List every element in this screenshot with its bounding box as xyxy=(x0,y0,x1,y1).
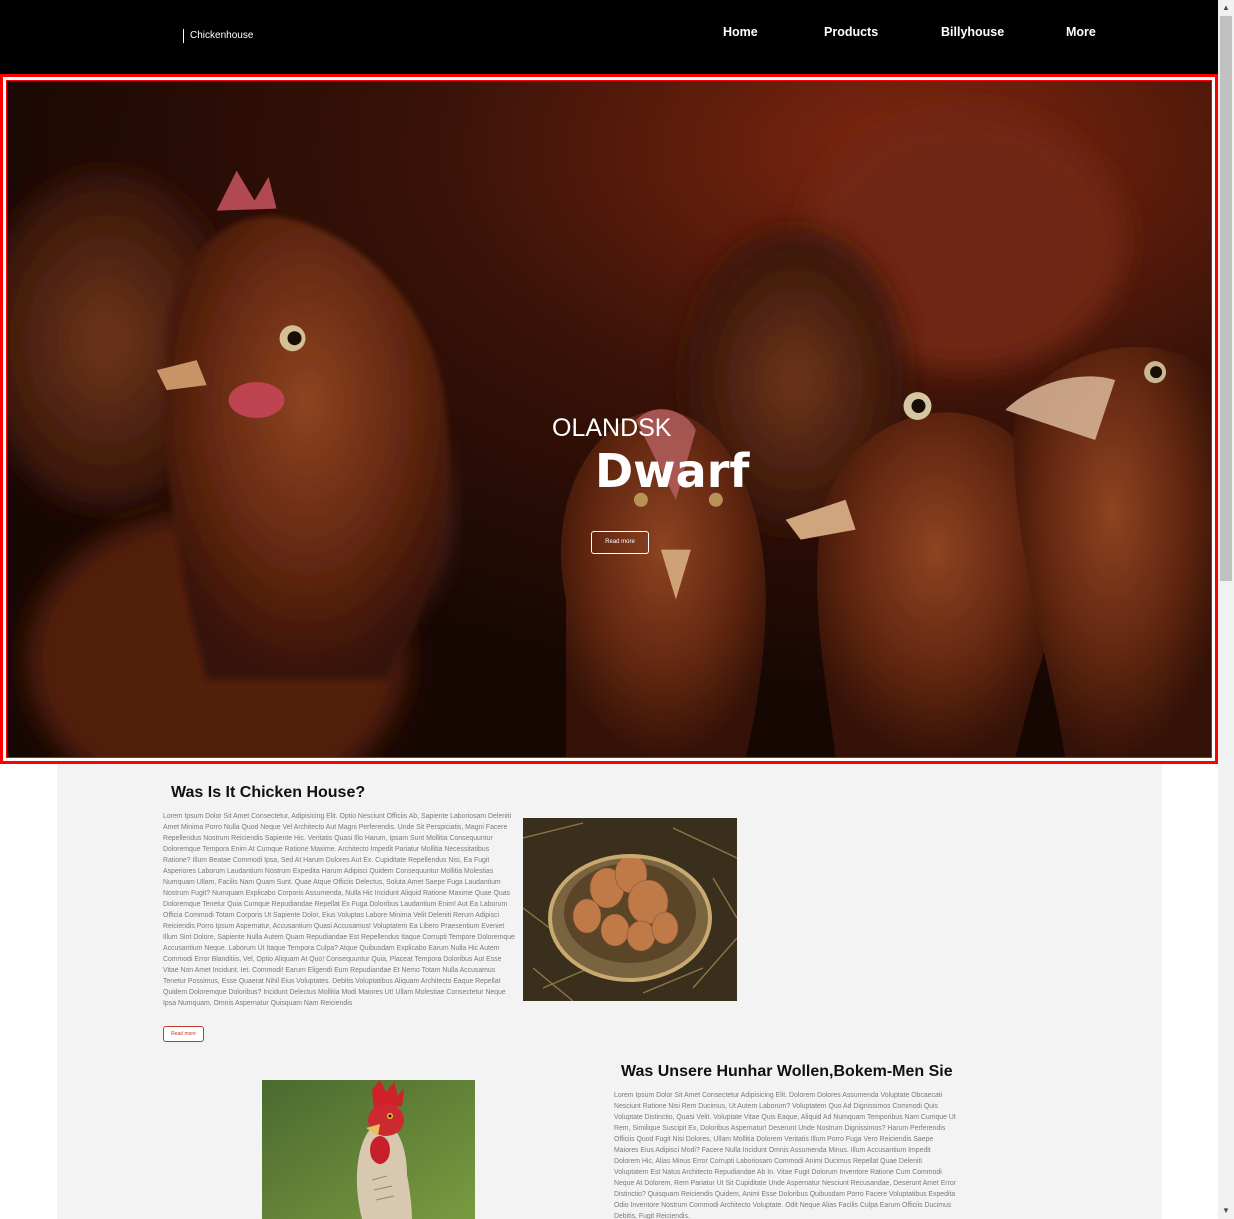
hero-title: Dwarf xyxy=(595,444,750,498)
hero-subtitle: OLANDSK xyxy=(552,414,672,442)
section1-heading: Was Is It Chicken House? xyxy=(171,784,366,801)
section2-heading: Was Unsere Hunhar Wollen,Bokem-Men Sie xyxy=(621,1063,953,1080)
section2-paragraph: Lorem Ipsum Dolor Sit Amet Consectetur A… xyxy=(614,1092,957,1219)
eggs-basket-image xyxy=(523,818,737,1001)
section1-read-more-button[interactable]: Read more xyxy=(163,1026,204,1042)
content-section: Was Is It Chicken House? Lorem Ipsum Dol… xyxy=(57,764,1162,1219)
nav-link-home[interactable]: Home xyxy=(723,24,758,40)
nav-link-billyhouse[interactable]: Billyhouse xyxy=(941,24,1004,40)
rooster-image xyxy=(262,1080,475,1219)
navbar: Chickenhouse Home Products Billyhouse Mo… xyxy=(0,0,1218,74)
hero-read-more-button[interactable]: Read more xyxy=(591,531,649,554)
scroll-up-arrow-icon[interactable]: ▲ xyxy=(1218,0,1234,16)
nav-link-products[interactable]: Products xyxy=(824,24,878,40)
nav-link-more[interactable]: More xyxy=(1066,24,1096,40)
hero-frame: OLANDSK Dwarf Read more xyxy=(6,80,1212,758)
hero-section: OLANDSK Dwarf Read more xyxy=(0,74,1218,764)
scrollbar-thumb[interactable] xyxy=(1220,16,1232,581)
page-viewport: Chickenhouse Home Products Billyhouse Mo… xyxy=(0,0,1218,1219)
scroll-down-arrow-icon[interactable]: ▼ xyxy=(1218,1203,1234,1219)
brand-logo[interactable]: Chickenhouse xyxy=(183,29,253,43)
vertical-scrollbar[interactable]: ▲ ▼ xyxy=(1218,0,1234,1219)
section1-paragraph: Lorem Ipsum Dolor Sit Amet Consectetur, … xyxy=(163,813,515,1007)
